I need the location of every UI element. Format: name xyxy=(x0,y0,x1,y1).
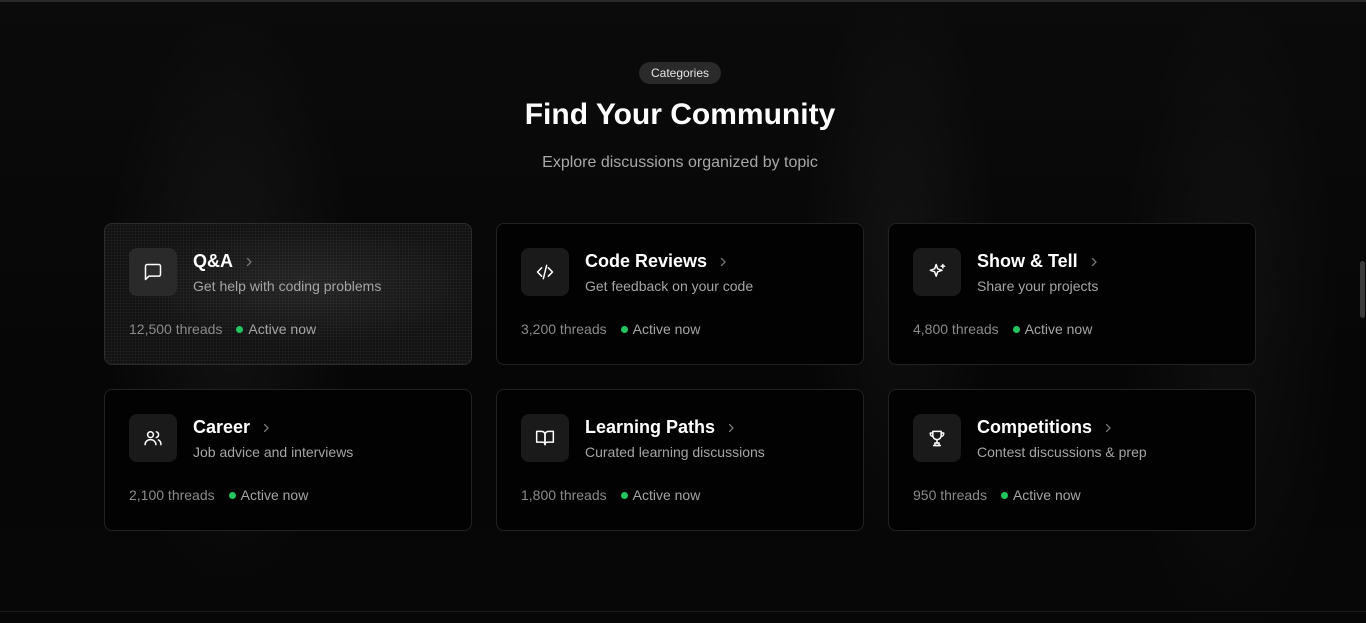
category-card-learning-paths[interactable]: Learning Paths Curated learning discussi… xyxy=(496,389,864,531)
active-status: Active now xyxy=(248,321,317,337)
category-title: Show & Tell xyxy=(977,251,1100,272)
active-status: Active now xyxy=(1024,321,1093,337)
page: Categories Find Your Community Explore d… xyxy=(0,0,1366,623)
active-status: Active now xyxy=(1012,487,1081,503)
category-card-competitions[interactable]: Competitions Contest discussions & prep … xyxy=(888,389,1256,531)
chevron-right-icon xyxy=(725,422,737,434)
users-icon xyxy=(129,414,177,462)
chevron-right-icon xyxy=(1102,422,1114,434)
active-status: Active now xyxy=(240,487,309,503)
section-badge: Categories xyxy=(639,62,721,84)
section-subtitle: Explore discussions organized by topic xyxy=(542,154,818,171)
category-description: Share your projects xyxy=(977,278,1099,294)
bottom-divider xyxy=(0,611,1366,612)
category-meta: 2,100 threads Active now xyxy=(129,487,308,503)
active-status-dot xyxy=(1012,325,1020,333)
category-card-career[interactable]: Career Job advice and interviews 2,100 t… xyxy=(104,389,472,531)
category-title: Career xyxy=(193,417,272,438)
category-meta: 3,200 threads Active now xyxy=(521,321,700,337)
thread-count: 3,200 threads xyxy=(521,321,607,337)
category-description: Get help with coding problems xyxy=(193,278,382,294)
active-status-dot xyxy=(620,325,628,333)
sparkles-icon xyxy=(913,248,961,296)
category-description: Job advice and interviews xyxy=(193,444,354,460)
category-title: Competitions xyxy=(977,417,1114,438)
scrollbar-thumb[interactable] xyxy=(1360,261,1365,318)
category-title: Code Reviews xyxy=(585,251,729,272)
chevron-right-icon xyxy=(243,256,255,268)
top-divider xyxy=(0,0,1366,2)
active-status-dot xyxy=(1000,491,1008,499)
category-meta: 950 threads Active now xyxy=(913,487,1081,503)
category-description: Get feedback on your code xyxy=(585,278,754,294)
thread-count: 2,100 threads xyxy=(129,487,215,503)
trophy-icon xyxy=(913,414,961,462)
category-description: Contest discussions & prep xyxy=(977,444,1147,460)
scrollbar[interactable] xyxy=(1358,0,1366,623)
category-card-qa[interactable]: Q&A Get help with coding problems 12,500… xyxy=(104,223,472,365)
message-square-icon xyxy=(129,248,177,296)
active-status: Active now xyxy=(632,487,701,503)
thread-count: 12,500 threads xyxy=(129,321,223,337)
category-description: Curated learning discussions xyxy=(585,444,765,460)
category-meta: 4,800 threads Active now xyxy=(913,321,1092,337)
thread-count: 950 threads xyxy=(913,487,987,503)
chevron-right-icon xyxy=(717,256,729,268)
code-icon xyxy=(521,248,569,296)
category-meta: 12,500 threads Active now xyxy=(129,321,316,337)
category-title: Learning Paths xyxy=(585,417,737,438)
category-card-show-and-tell[interactable]: Show & Tell Share your projects 4,800 th… xyxy=(888,223,1256,365)
category-card-code-reviews[interactable]: Code Reviews Get feedback on your code 3… xyxy=(496,223,864,365)
book-open-icon xyxy=(521,414,569,462)
thread-count: 1,800 threads xyxy=(521,487,607,503)
category-title: Q&A xyxy=(193,251,255,272)
active-status: Active now xyxy=(632,321,701,337)
chevron-right-icon xyxy=(1088,256,1100,268)
thread-count: 4,800 threads xyxy=(913,321,999,337)
active-status-dot xyxy=(236,325,244,333)
section-title: Find Your Community xyxy=(524,98,836,131)
active-status-dot xyxy=(620,491,628,499)
active-status-dot xyxy=(228,491,236,499)
category-meta: 1,800 threads Active now xyxy=(521,487,700,503)
chevron-right-icon xyxy=(260,422,272,434)
